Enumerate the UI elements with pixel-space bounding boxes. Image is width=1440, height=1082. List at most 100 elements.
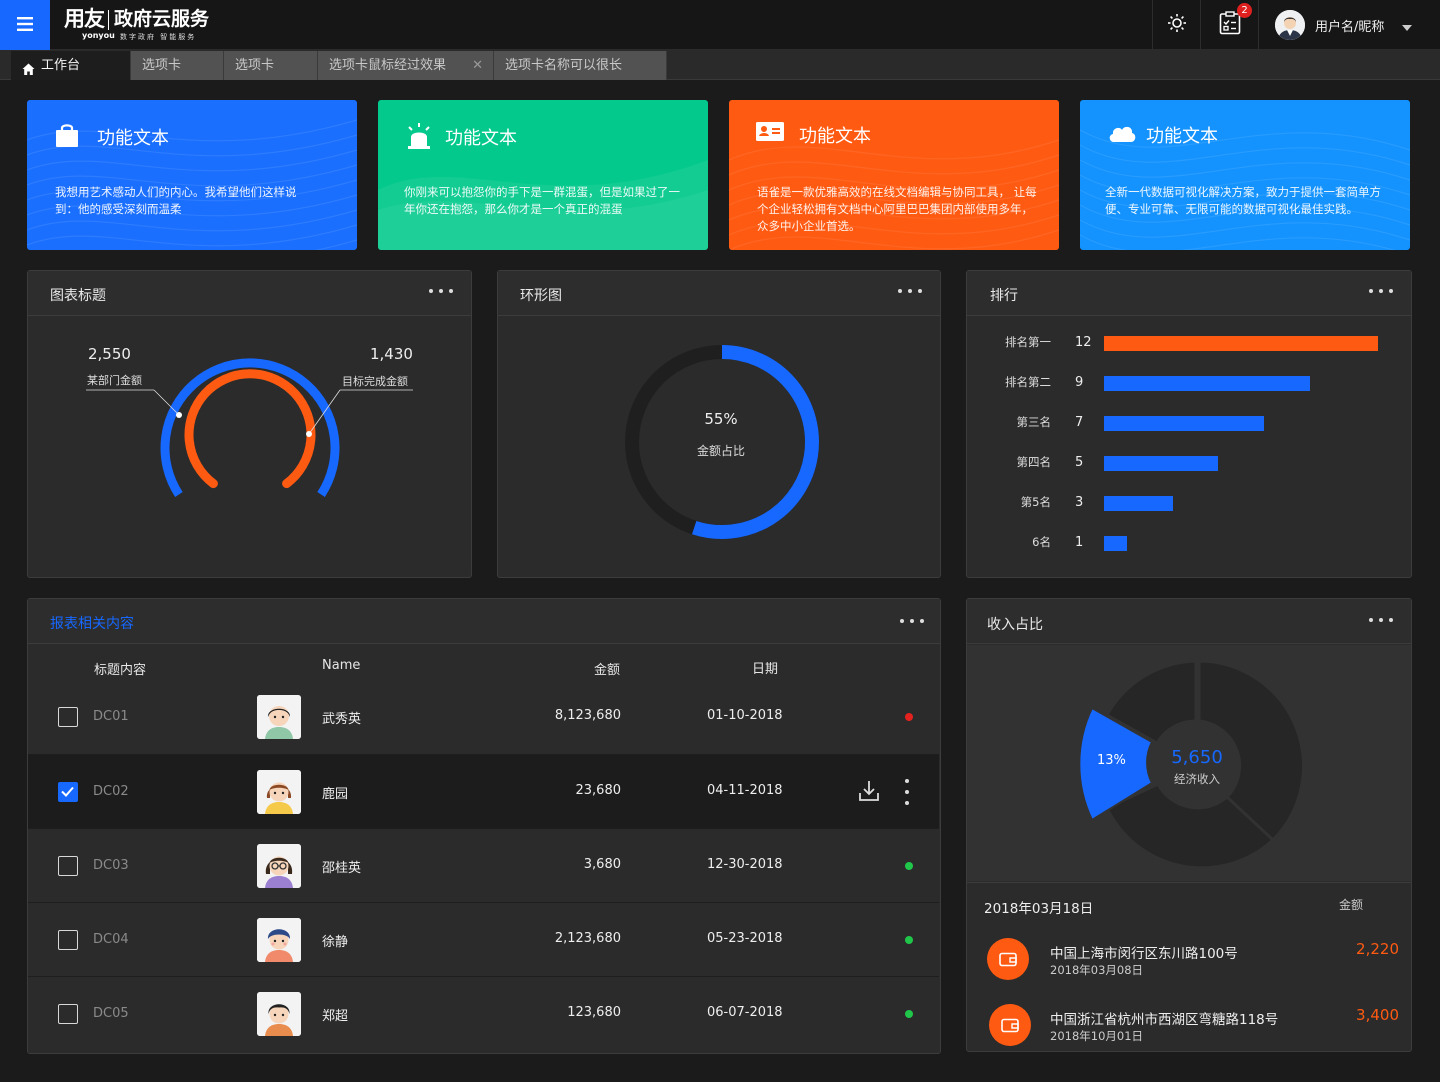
gauge-inner-arc (184, 369, 316, 489)
column-header-name[interactable]: Name (322, 658, 360, 673)
top-header: 用友 yonyou 政府云服务 数字政府 智能服务 2 用户名/昵称 (0, 0, 1440, 50)
feature-card-desc: 语雀是一款优雅高效的在线文档编辑与协同工具， 让每个企业轻松拥有文档中心阿里巴巴… (757, 185, 1037, 233)
ranking-bar (1104, 336, 1378, 351)
row-name: 徐静 (322, 935, 349, 950)
income-amount: 2,220 (1356, 940, 1399, 958)
report-table-panel: 报表相关内容 标题内容 Name 金额 日期 DC01 武秀英 8,123,68… (27, 598, 941, 1054)
panel-title: 收入占比 (987, 617, 1043, 633)
ranking-row: 第5名 3 (967, 494, 1407, 514)
income-address: 中国浙江省杭州市西湖区弯糖路118号 (1050, 1012, 1279, 1028)
chevron-down-icon (1402, 16, 1413, 35)
row-amount: 23,680 (575, 783, 622, 798)
income-center-value: 5,650 (1171, 747, 1223, 768)
tab-option-1[interactable]: 选项卡 (131, 51, 224, 80)
ranking-bar (1104, 416, 1264, 431)
more-options-button[interactable] (429, 283, 453, 299)
ranking-value: 9 (1075, 375, 1084, 390)
status-dot (905, 862, 913, 870)
income-list-item[interactable]: 中国上海市闵行区东川路100号 2018年03月08日 2,220 (967, 938, 1411, 1004)
row-more-button[interactable] (899, 779, 915, 805)
panel-header: 排行 (967, 271, 1411, 316)
feature-card-1[interactable]: 功能文本 我想用艺术感动人们的内心。我希望他们这样说到：他的感受深刻而温柔 (27, 100, 357, 250)
id-card-icon (756, 120, 786, 150)
logo-tagline: 数字政府 智能服务 (120, 33, 197, 41)
table-row[interactable]: DC04 徐静 2,123,680 05-23-2018 (28, 902, 939, 976)
tab-label: 选项卡 (235, 58, 275, 73)
tab-option-2[interactable]: 选项卡 (224, 51, 318, 80)
ranking-name: 第四名 (1016, 455, 1052, 469)
tab-label: 选项卡 (142, 58, 182, 73)
row-amount: 123,680 (567, 1005, 621, 1020)
row-checkbox[interactable] (58, 782, 78, 802)
row-name: 邵桂英 (322, 861, 362, 876)
row-code: DC01 (93, 709, 129, 724)
ranking-bar (1104, 496, 1173, 511)
more-options-button[interactable] (1369, 612, 1393, 628)
status-dot (905, 713, 913, 721)
ranking-value: 12 (1075, 335, 1092, 350)
logo-main-text: 用友 (64, 7, 105, 31)
feature-card-2[interactable]: 功能文本 你刚来可以抱怨你的手下是一群混蛋，但是如果过了一年你还在抱怨，那么你才… (378, 100, 708, 250)
row-checkbox[interactable] (58, 707, 78, 727)
table-row[interactable]: DC02 鹿园 23,680 04-11-2018 (28, 754, 939, 828)
panel-header: 报表相关内容 (28, 599, 940, 644)
ranking-panel: 排行 排名第一 12 排名第二 9 第三名 7 第四名 5 第5名 3 6名 1 (966, 270, 1412, 578)
row-checkbox[interactable] (58, 1004, 78, 1024)
ranking-bar (1104, 376, 1310, 391)
notification-badge: 2 (1237, 3, 1252, 18)
income-list-amount-header: 金额 (1339, 898, 1364, 912)
more-options-button[interactable] (1369, 283, 1393, 299)
tab-option-3[interactable]: 选项卡鼠标经过效果 ✕ (318, 51, 494, 80)
tab-workbench[interactable]: 工作台 (11, 51, 131, 80)
row-code: DC04 (93, 932, 129, 947)
column-header-date[interactable]: 日期 (752, 658, 778, 677)
close-icon[interactable]: ✕ (472, 51, 483, 80)
ranking-value: 1 (1075, 535, 1084, 550)
feature-card-title: 功能文本 (799, 126, 871, 147)
ranking-row: 6名 1 (967, 534, 1407, 554)
download-icon[interactable] (858, 779, 880, 803)
row-checkbox[interactable] (58, 930, 78, 950)
tab-option-4[interactable]: 选项卡名称可以很长 (494, 51, 667, 80)
panel-title: 排行 (990, 288, 1018, 304)
ranking-bar (1104, 536, 1127, 551)
panel-header: 环形图 (498, 271, 940, 316)
row-date: 06-07-2018 (707, 1005, 783, 1020)
tab-label: 选项卡名称可以很长 (505, 58, 623, 73)
shopping-bag-icon (54, 122, 84, 152)
table-row[interactable]: DC05 郑超 123,680 06-07-2018 (28, 976, 939, 1050)
theme-toggle-button[interactable] (1152, 0, 1200, 50)
income-amount: 3,400 (1356, 1006, 1399, 1024)
income-list-item[interactable]: 中国浙江省杭州市西湖区弯糖路118号 2018年10月01日 3,400 (967, 1004, 1411, 1070)
user-avatar (1275, 10, 1305, 40)
feature-card-3[interactable]: 功能文本 语雀是一款优雅高效的在线文档编辑与协同工具， 让每个企业轻松拥有文档中… (729, 100, 1059, 250)
ranking-row: 第三名 7 (967, 414, 1407, 434)
gauge-inner-marker (306, 431, 312, 437)
column-header-title[interactable]: 标题内容 (94, 659, 146, 678)
task-notification-button[interactable]: 2 (1200, 0, 1258, 50)
alarm-light-icon (405, 122, 435, 152)
table-row[interactable]: DC03 邵桂英 3,680 12-30-2018 (28, 828, 939, 902)
logo-title: 政府云服务 (114, 8, 210, 30)
divider (967, 882, 1411, 883)
table-row[interactable]: DC01 武秀英 8,123,680 01-10-2018 (28, 680, 939, 754)
row-date: 01-10-2018 (707, 708, 783, 723)
tab-label: 工作台 (41, 58, 81, 73)
row-date: 04-11-2018 (707, 783, 783, 798)
brand-logo[interactable]: 用友 yonyou 政府云服务 数字政府 智能服务 (64, 7, 210, 41)
user-menu[interactable]: 用户名/昵称 (1258, 0, 1440, 50)
row-amount: 3,680 (583, 857, 621, 872)
menu-toggle-button[interactable] (0, 0, 50, 50)
row-date: 12-30-2018 (707, 857, 783, 872)
more-options-button[interactable] (900, 613, 924, 629)
avatar (257, 770, 301, 814)
sun-icon (1167, 13, 1187, 37)
row-checkbox[interactable] (58, 856, 78, 876)
gauge-outer-marker (176, 412, 182, 418)
more-options-button[interactable] (898, 283, 922, 299)
row-code: DC05 (93, 1006, 129, 1021)
feature-card-4[interactable]: 功能文本 全新一代数据可视化解决方案，致力于提供一套简单方便、专业可靠、无限可能… (1080, 100, 1410, 250)
panel-header: 图表标题 (28, 271, 471, 316)
panel-title: 图表标题 (50, 288, 106, 304)
column-header-amount[interactable]: 金额 (594, 659, 620, 678)
